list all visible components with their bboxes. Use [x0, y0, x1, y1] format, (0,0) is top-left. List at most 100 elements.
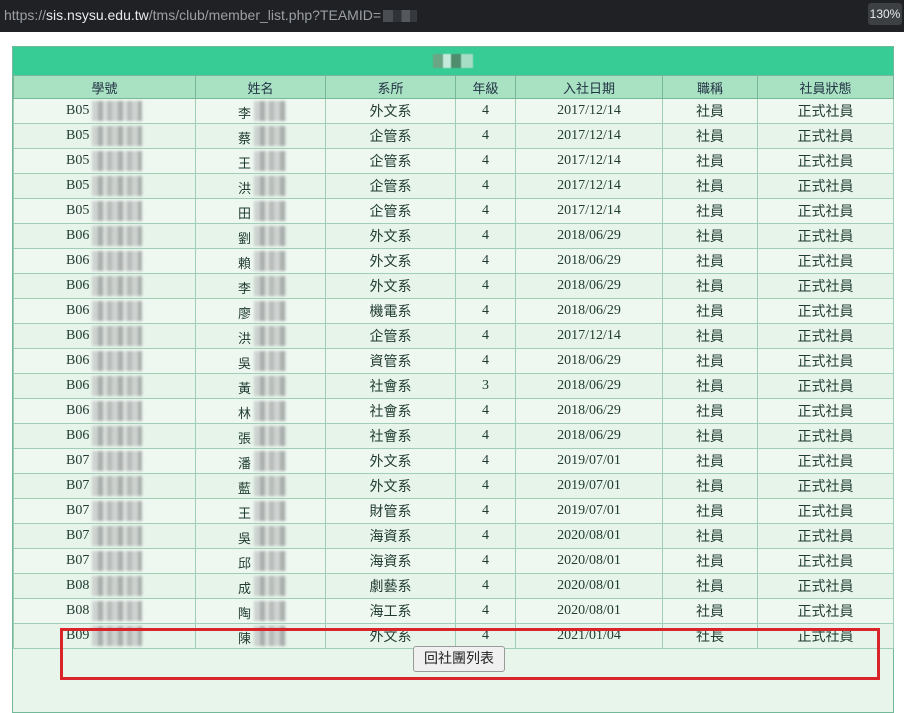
department-cell: 劇藝系 — [325, 573, 456, 599]
student-id: B07 — [66, 503, 90, 518]
status-cell: 正式社員 — [757, 573, 894, 599]
member-surname: 李 — [238, 107, 252, 122]
redacted-name — [254, 201, 286, 221]
col-header-status: 社員狀態 — [757, 75, 894, 99]
redacted-id — [92, 151, 142, 171]
status-cell: 正式社員 — [757, 473, 894, 499]
title-cell: 社員 — [662, 548, 758, 574]
department-cell: 社會系 — [325, 373, 456, 399]
student-id: B07 — [66, 553, 90, 568]
name-cell: 蔡 — [195, 123, 326, 149]
redacted-id — [92, 501, 142, 521]
table-header-row: 學號 姓名 系所 年級 入社日期 職稱 社員狀態 — [13, 75, 894, 99]
col-header-join-date: 入社日期 — [515, 75, 663, 99]
redacted-id — [92, 351, 142, 371]
redacted-id — [92, 601, 142, 621]
status-cell: 正式社員 — [757, 448, 894, 474]
redacted-name — [254, 476, 286, 496]
student-id: B08 — [66, 603, 90, 618]
redacted-id — [92, 401, 142, 421]
student-id-cell: B05 — [13, 173, 196, 199]
join-date-cell: 2018/06/29 — [515, 273, 663, 299]
grade-cell: 4 — [455, 298, 516, 324]
department-cell: 企管系 — [325, 123, 456, 149]
table-row: B05 洪 企管系 4 2017/12/14 社員 正式社員 — [13, 173, 894, 199]
back-to-club-list-button[interactable]: 回社團列表 — [413, 646, 505, 672]
name-cell: 賴 — [195, 248, 326, 274]
grade-cell: 4 — [455, 523, 516, 549]
table-row: B05 李 外文系 4 2017/12/14 社員 正式社員 — [13, 98, 894, 124]
grade-cell: 4 — [455, 223, 516, 249]
grade-cell: 4 — [455, 98, 516, 124]
join-date-cell: 2017/12/14 — [515, 198, 663, 224]
join-date-cell: 2019/07/01 — [515, 498, 663, 524]
redacted-name — [254, 451, 286, 471]
title-cell: 社員 — [662, 498, 758, 524]
join-date-cell: 2017/12/14 — [515, 123, 663, 149]
student-id-cell: B08 — [13, 598, 196, 624]
table-row: B06 林 社會系 4 2018/06/29 社員 正式社員 — [13, 398, 894, 424]
grade-cell: 4 — [455, 148, 516, 174]
status-cell: 正式社員 — [757, 348, 894, 374]
table-row: B05 田 企管系 4 2017/12/14 社員 正式社員 — [13, 198, 894, 224]
table-row: B06 吳 資管系 4 2018/06/29 社員 正式社員 — [13, 348, 894, 374]
grade-cell: 4 — [455, 398, 516, 424]
member-table: 學號 姓名 系所 年級 入社日期 職稱 社員狀態 B05 李外文系 4 2017/12… — [13, 75, 894, 649]
department-cell: 海資系 — [325, 523, 456, 549]
title-cell: 社員 — [662, 398, 758, 424]
zoom-indicator[interactable]: 130% — [868, 3, 902, 25]
title-cell: 社員 — [662, 373, 758, 399]
title-cell: 社員 — [662, 123, 758, 149]
redacted-id — [92, 126, 142, 146]
member-surname: 劉 — [238, 232, 252, 247]
status-cell: 正式社員 — [757, 398, 894, 424]
url-text[interactable]: https://sis.nsysu.edu.tw/tms/club/member… — [4, 7, 417, 23]
member-surname: 洪 — [238, 182, 252, 197]
department-cell: 財管系 — [325, 498, 456, 524]
name-cell: 洪 — [195, 323, 326, 349]
join-date-cell: 2018/06/29 — [515, 398, 663, 424]
redacted-name — [254, 251, 286, 271]
name-cell: 廖 — [195, 298, 326, 324]
title-cell: 社員 — [662, 148, 758, 174]
department-cell: 企管系 — [325, 173, 456, 199]
name-cell: 黃 — [195, 373, 326, 399]
col-header-name: 姓名 — [195, 75, 326, 99]
student-id: B06 — [66, 278, 90, 293]
department-cell: 外文系 — [325, 223, 456, 249]
redacted-name — [254, 351, 286, 371]
table-row: B08 成 劇藝系 4 2020/08/01 社員 正式社員 — [13, 573, 894, 599]
table-row: B06 李 外文系 4 2018/06/29 社員 正式社員 — [13, 273, 894, 299]
student-id-cell: B06 — [13, 323, 196, 349]
status-cell: 正式社員 — [757, 298, 894, 324]
grade-cell: 4 — [455, 448, 516, 474]
address-bar[interactable]: https://sis.nsysu.edu.tw/tms/club/member… — [0, 0, 904, 32]
student-id: B06 — [66, 428, 90, 443]
redacted-id — [92, 251, 142, 271]
redacted-id — [92, 426, 142, 446]
redacted-id — [92, 376, 142, 396]
student-id: B06 — [66, 228, 90, 243]
status-cell: 正式社員 — [757, 248, 894, 274]
grade-cell: 4 — [455, 473, 516, 499]
join-date-cell: 2018/06/29 — [515, 248, 663, 274]
student-id-cell: B07 — [13, 498, 196, 524]
name-cell: 陶 — [195, 598, 326, 624]
grade-cell: 4 — [455, 598, 516, 624]
member-surname: 張 — [238, 432, 252, 447]
redacted-id — [92, 326, 142, 346]
club-title-bar — [13, 47, 893, 75]
redacted-team-id — [383, 10, 417, 23]
redacted-id — [92, 201, 142, 221]
status-cell: 正式社員 — [757, 548, 894, 574]
status-cell: 正式社員 — [757, 373, 894, 399]
member-surname: 藍 — [238, 482, 252, 497]
member-surname: 林 — [238, 407, 252, 422]
title-cell: 社員 — [662, 323, 758, 349]
student-id: B05 — [66, 128, 90, 143]
title-cell: 社員 — [662, 98, 758, 124]
student-id: B06 — [66, 403, 90, 418]
grade-cell: 4 — [455, 573, 516, 599]
member-table-body: B05 李外文系 4 2017/12/14 社員 正式社員 B05 蔡企管系 4 2017/12/… — [13, 98, 894, 649]
department-cell: 資管系 — [325, 348, 456, 374]
